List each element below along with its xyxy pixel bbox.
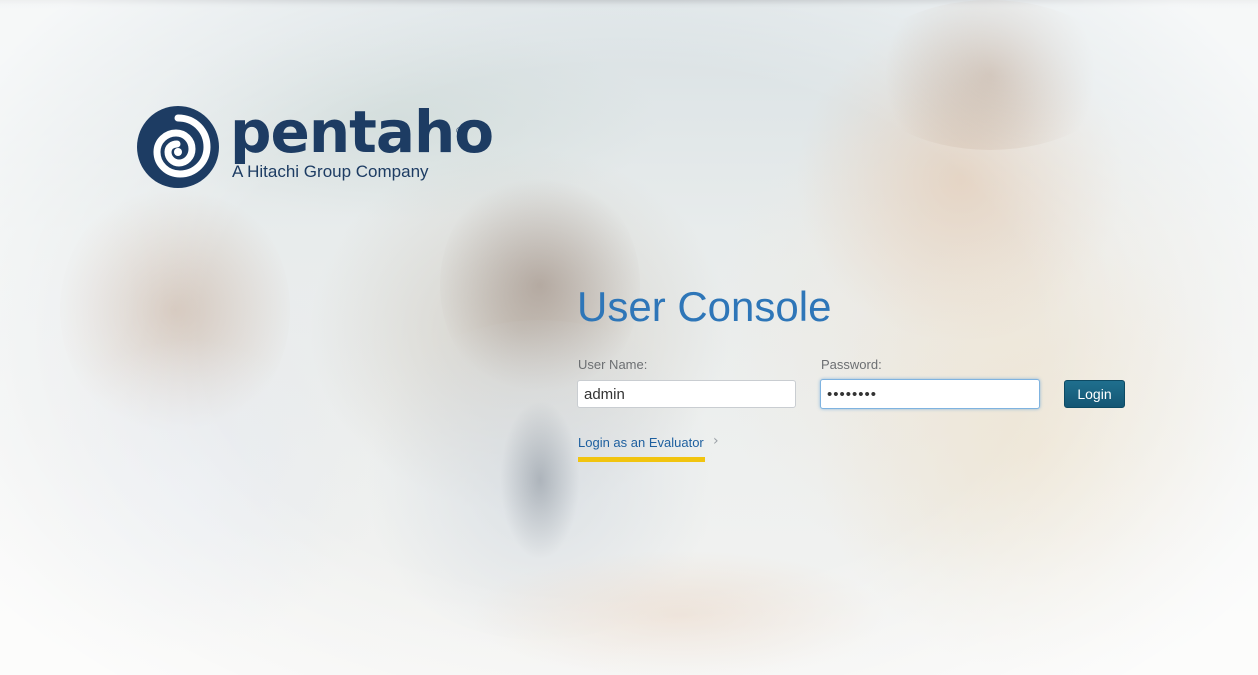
username-label: User Name: <box>578 357 648 372</box>
background-photo <box>0 0 1258 675</box>
brand-name: pentaho <box>230 98 494 166</box>
login-as-evaluator-link[interactable]: Login as an Evaluator <box>578 435 704 450</box>
registered-mark: ® <box>455 126 465 137</box>
login-button[interactable]: Login <box>1064 380 1125 408</box>
password-label: Password: <box>821 357 882 372</box>
password-input[interactable] <box>820 379 1040 409</box>
login-page: pentaho ® A Hitachi Group Company User C… <box>0 0 1258 675</box>
evaluator-link-underline <box>578 457 705 462</box>
username-input[interactable] <box>577 380 796 408</box>
brand-tagline: A Hitachi Group Company <box>232 162 429 181</box>
pentaho-swirl-icon <box>137 106 219 188</box>
top-divider <box>0 0 1258 8</box>
chevron-right-icon[interactable]: › <box>713 433 719 449</box>
page-title: User Console <box>577 283 832 330</box>
pentaho-logo: pentaho ® A Hitachi Group Company <box>135 98 494 192</box>
